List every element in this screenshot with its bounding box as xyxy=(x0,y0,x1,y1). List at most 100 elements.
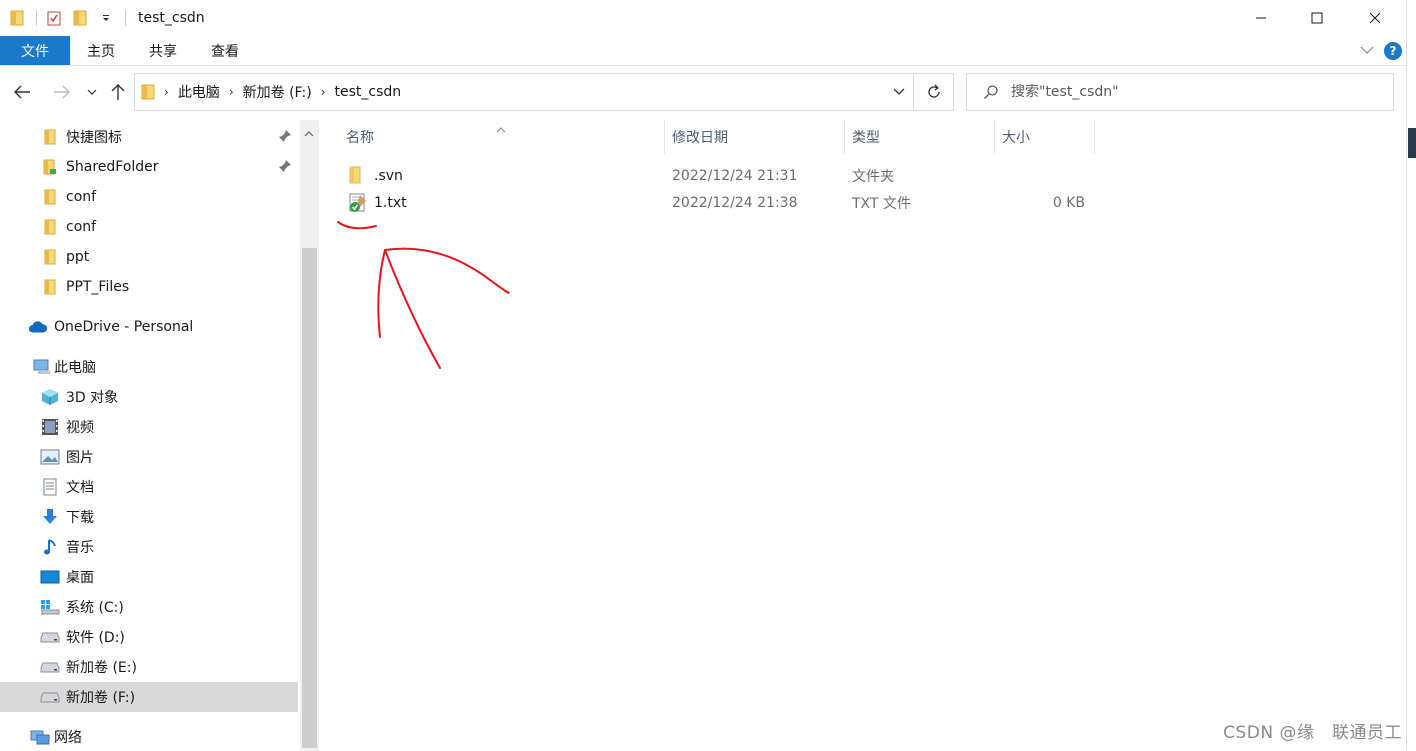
nav-item-label: 文档 xyxy=(66,480,94,496)
file-list-pane: 名称 修改日期 类型 大小 .svn 2022/12/24 21:31 文件夹 … xyxy=(320,120,1406,751)
nav-item-label: PPT_Files xyxy=(66,279,130,295)
search-input[interactable] xyxy=(1011,84,1371,100)
scrollbar-thumb[interactable] xyxy=(302,248,317,748)
file-name: .svn xyxy=(374,168,403,184)
forward-button[interactable] xyxy=(50,80,74,104)
windows-drive-icon xyxy=(40,597,60,617)
pin-icon[interactable] xyxy=(278,129,292,147)
maximize-icon xyxy=(1311,12,1323,24)
address-row: › 此电脑 › 新加卷 (F:) › test_csdn xyxy=(0,66,1406,120)
nav-item-label: SharedFolder xyxy=(66,159,159,175)
folder-icon xyxy=(141,83,155,101)
computer-icon xyxy=(32,357,52,377)
nav-item-label: 新加卷 (E:) xyxy=(66,660,137,676)
close-icon xyxy=(1369,12,1381,24)
folder-icon xyxy=(40,187,60,207)
breadcrumb-separator-icon[interactable]: › xyxy=(321,85,326,99)
breadcrumb-separator-icon[interactable]: › xyxy=(164,85,169,99)
breadcrumb-drive-f[interactable]: 新加卷 (F:) xyxy=(243,82,312,102)
expand-ribbon-icon[interactable] xyxy=(1360,43,1374,59)
breadcrumb-separator-icon[interactable]: › xyxy=(229,85,234,99)
nav-item-drive-e[interactable]: 新加卷 (E:) xyxy=(0,652,298,682)
refresh-icon xyxy=(927,84,940,98)
drive-icon xyxy=(40,687,60,707)
nav-pane-scrollbar[interactable] xyxy=(300,120,319,751)
chevron-down-icon xyxy=(893,88,905,95)
search-box[interactable] xyxy=(966,73,1394,111)
address-bar[interactable]: › 此电脑 › 新加卷 (F:) › test_csdn xyxy=(134,73,914,111)
nav-item-label: 桌面 xyxy=(66,570,94,586)
nav-item-label: 音乐 xyxy=(66,540,94,556)
column-header-type[interactable]: 类型 xyxy=(845,120,995,154)
close-button[interactable] xyxy=(1352,0,1398,36)
nav-item-label: 快捷图标 xyxy=(66,130,122,146)
navigation-pane: 快捷图标 SharedFolder conf conf ppt PPT_File… xyxy=(0,120,300,751)
scroll-up-arrow-icon[interactable] xyxy=(304,126,314,142)
maximize-button[interactable] xyxy=(1294,0,1340,36)
tab-share[interactable]: 共享 xyxy=(132,36,194,65)
back-button[interactable] xyxy=(10,80,34,104)
nav-item-label: 下载 xyxy=(66,510,94,526)
file-row-1txt[interactable]: 1.txt 2022/12/24 21:38 TXT 文件 0 KB xyxy=(340,190,1110,216)
tab-home[interactable]: 主页 xyxy=(70,36,132,65)
new-folder-icon[interactable] xyxy=(71,9,89,27)
window-title: test_csdn xyxy=(138,10,205,26)
nav-item-ppt-files[interactable]: PPT_Files xyxy=(0,272,298,302)
nav-item-desktop[interactable]: 桌面 xyxy=(0,562,298,592)
nav-item-label: 系统 (C:) xyxy=(66,600,124,616)
nav-item-sharedfolder[interactable]: SharedFolder xyxy=(0,152,298,182)
column-header-name[interactable]: 名称 xyxy=(339,120,665,154)
nav-item-downloads[interactable]: 下载 xyxy=(0,502,298,532)
nav-item-drive-f[interactable]: 新加卷 (F:) xyxy=(0,682,298,712)
download-icon xyxy=(40,507,60,527)
nav-item-drive-d[interactable]: 软件 (D:) xyxy=(0,622,298,652)
nav-item-shortcuts[interactable]: 快捷图标 xyxy=(0,122,298,152)
tab-file[interactable]: 文件 xyxy=(0,36,70,65)
refresh-button[interactable] xyxy=(914,73,954,111)
shared-folder-icon xyxy=(40,157,60,177)
column-header-modified[interactable]: 修改日期 xyxy=(665,120,845,154)
minimize-button[interactable] xyxy=(1238,0,1284,36)
recent-locations-button[interactable] xyxy=(80,80,104,104)
file-modified: 2022/12/24 21:38 xyxy=(672,195,798,211)
file-row-svn[interactable]: .svn 2022/12/24 21:31 文件夹 xyxy=(340,163,1110,189)
nav-item-pictures[interactable]: 图片 xyxy=(0,442,298,472)
nav-item-label: 网络 xyxy=(54,730,82,746)
folder-icon xyxy=(40,247,60,267)
nav-item-onedrive[interactable]: OneDrive - Personal xyxy=(0,312,298,342)
address-dropdown-button[interactable] xyxy=(889,82,909,102)
nav-item-network[interactable]: 网络 xyxy=(0,722,298,751)
separator xyxy=(125,10,126,26)
breadcrumb-this-pc[interactable]: 此电脑 xyxy=(178,82,220,102)
breadcrumb-test-csdn[interactable]: test_csdn xyxy=(335,84,402,100)
column-header-size[interactable]: 大小 xyxy=(995,120,1095,154)
nav-item-label: OneDrive - Personal xyxy=(54,319,194,335)
nav-item-videos[interactable]: 视频 xyxy=(0,412,298,442)
folder-icon xyxy=(40,127,60,147)
forward-arrow-icon xyxy=(54,85,70,99)
nav-item-music[interactable]: 音乐 xyxy=(0,532,298,562)
tab-view[interactable]: 查看 xyxy=(194,36,256,65)
desktop-icon xyxy=(40,567,60,587)
nav-item-this-pc[interactable]: 此电脑 xyxy=(0,352,298,382)
nav-item-ppt[interactable]: ppt xyxy=(0,242,298,272)
title-bar: test_csdn xyxy=(0,0,1406,36)
nav-item-documents[interactable]: 文档 xyxy=(0,472,298,502)
nav-item-3d-objects[interactable]: 3D 对象 xyxy=(0,382,298,412)
help-button[interactable]: ? xyxy=(1384,42,1402,60)
nav-item-drive-c[interactable]: 系统 (C:) xyxy=(0,592,298,622)
file-name: 1.txt xyxy=(374,195,407,211)
properties-icon[interactable] xyxy=(45,9,63,27)
nav-item-conf-2[interactable]: conf xyxy=(0,212,298,242)
pictures-icon xyxy=(40,447,60,467)
nav-item-conf[interactable]: conf xyxy=(0,182,298,212)
folder-icon xyxy=(40,217,60,237)
customize-dropdown-icon[interactable] xyxy=(97,9,115,27)
file-modified: 2022/12/24 21:31 xyxy=(672,168,798,184)
separator xyxy=(36,10,37,26)
search-icon xyxy=(984,85,998,99)
pin-icon[interactable] xyxy=(278,159,292,177)
nav-item-label: 3D 对象 xyxy=(66,390,119,406)
up-button[interactable] xyxy=(106,80,130,104)
nav-item-label: 图片 xyxy=(66,450,94,466)
